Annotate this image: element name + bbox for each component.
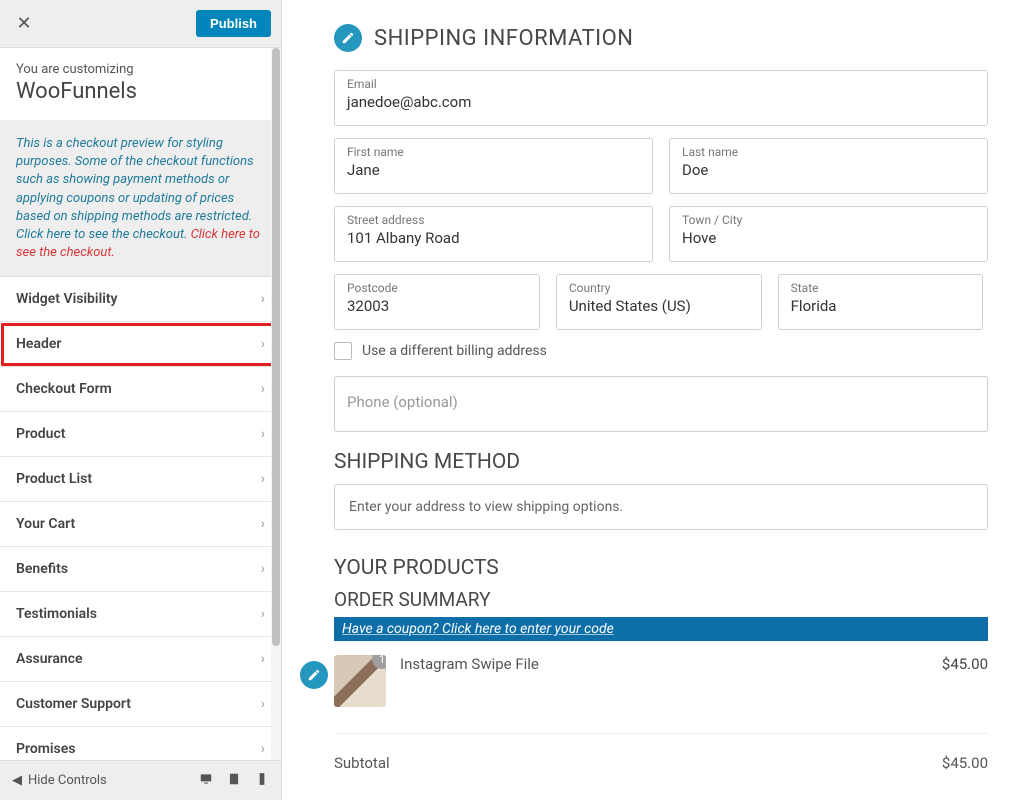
customizer-sidebar: ✕ Publish You are customizing WooFunnels… <box>0 0 282 800</box>
diff-billing-checkbox[interactable]: Use a different billing address <box>334 342 988 360</box>
device-switcher <box>199 772 269 790</box>
context-caption: You are customizing <box>16 62 265 77</box>
desktop-icon[interactable] <box>199 772 213 790</box>
close-button[interactable]: ✕ <box>10 10 38 38</box>
sidebar-item-label: Assurance <box>16 651 83 667</box>
phone-field[interactable]: Phone (optional) <box>334 376 988 432</box>
postcode-field[interactable]: Postcode 32003 <box>334 274 540 330</box>
country-field[interactable]: Country United States (US) <box>556 274 762 330</box>
sidebar-item-label: Checkout Form <box>16 381 112 397</box>
sidebar-item-label: Customer Support <box>16 696 131 712</box>
sidebar-item-label: Widget Visibility <box>16 291 118 307</box>
sidebar-item-customer-support[interactable]: Customer Support › <box>0 682 281 727</box>
context-title: WooFunnels <box>16 79 265 104</box>
shipping-method-title: SHIPPING METHOD <box>334 450 988 474</box>
chevron-right-icon: › <box>261 516 265 532</box>
hide-controls-label: Hide Controls <box>28 773 107 788</box>
collapse-icon: ◀ <box>12 773 22 788</box>
preview-pane: SHIPPING INFORMATION Email janedoe@abc.c… <box>282 0 1024 800</box>
product-thumbnail: 1 <box>334 655 386 707</box>
chevron-right-icon: › <box>261 696 265 712</box>
sidebar-footer: ◀ Hide Controls <box>0 760 281 800</box>
city-field[interactable]: Town / City Hove <box>669 206 988 262</box>
sidebar-item-label: Benefits <box>16 561 68 577</box>
sidebar-item-label: Your Cart <box>16 516 75 532</box>
context-block: You are customizing WooFunnels <box>0 48 281 121</box>
street-field[interactable]: Street address 101 Albany Road <box>334 206 653 262</box>
subtotal-row: Subtotal $45.00 <box>334 734 988 776</box>
product-row: 1 Instagram Swipe File $45.00 <box>334 655 988 734</box>
sidebar-item-product[interactable]: Product › <box>0 412 281 457</box>
chevron-right-icon: › <box>261 336 265 352</box>
mobile-icon[interactable] <box>255 772 269 790</box>
sidebar-menu: Widget Visibility›Header›Checkout Form›P… <box>0 277 281 760</box>
sidebar-item-label: Header <box>16 336 61 352</box>
coupon-bar[interactable]: Have a coupon? Click here to enter your … <box>334 617 988 641</box>
sidebar-item-checkout-form[interactable]: Checkout Form › <box>0 367 281 412</box>
tablet-icon[interactable] <box>227 772 241 790</box>
your-products-title: YOUR PRODUCTS <box>334 556 988 580</box>
state-field[interactable]: State Florida <box>778 274 984 330</box>
chevron-right-icon: › <box>261 471 265 487</box>
sidebar-item-label: Promises <box>16 741 75 757</box>
chevron-right-icon: › <box>261 381 265 397</box>
chevron-right-icon: › <box>261 741 265 757</box>
sidebar-item-assurance[interactable]: Assurance › <box>0 637 281 682</box>
notice-block: This is a checkout preview for styling p… <box>0 121 281 277</box>
shipping-method-msg: Enter your address to view shipping opti… <box>334 484 988 530</box>
shipping-info-head: SHIPPING INFORMATION <box>334 24 988 52</box>
checkbox-icon <box>334 342 352 360</box>
sidebar-item-benefits[interactable]: Benefits › <box>0 547 281 592</box>
sidebar-item-label: Product <box>16 426 65 442</box>
edit-section-button[interactable] <box>334 24 362 52</box>
sidebar-item-header[interactable]: Header › <box>0 322 281 367</box>
chevron-right-icon: › <box>261 291 265 307</box>
product-name: Instagram Swipe File <box>400 655 928 673</box>
sidebar-item-testimonials[interactable]: Testimonials › <box>0 592 281 637</box>
sidebar-topbar: ✕ Publish <box>0 0 281 48</box>
sidebar-item-your-cart[interactable]: Your Cart › <box>0 502 281 547</box>
email-field[interactable]: Email janedoe@abc.com <box>334 70 988 126</box>
order-summary-title: ORDER SUMMARY <box>334 588 988 611</box>
sidebar-scrollbar[interactable] <box>271 48 281 760</box>
chevron-right-icon: › <box>261 606 265 622</box>
edit-product-button[interactable] <box>300 661 328 689</box>
first-name-field[interactable]: First name Jane <box>334 138 653 194</box>
hide-controls-button[interactable]: ◀ Hide Controls <box>12 773 189 788</box>
sidebar-item-product-list[interactable]: Product List › <box>0 457 281 502</box>
chevron-right-icon: › <box>261 561 265 577</box>
chevron-right-icon: › <box>261 426 265 442</box>
publish-button[interactable]: Publish <box>196 10 271 37</box>
sidebar-item-label: Product List <box>16 471 92 487</box>
sidebar-item-label: Testimonials <box>16 606 97 622</box>
shipping-info-title: SHIPPING INFORMATION <box>374 26 633 51</box>
product-price: $45.00 <box>942 655 988 673</box>
last-name-field[interactable]: Last name Doe <box>669 138 988 194</box>
chevron-right-icon: › <box>261 651 265 667</box>
sidebar-item-widget-visibility[interactable]: Widget Visibility › <box>0 277 281 322</box>
sidebar-item-promises[interactable]: Promises › <box>0 727 281 760</box>
